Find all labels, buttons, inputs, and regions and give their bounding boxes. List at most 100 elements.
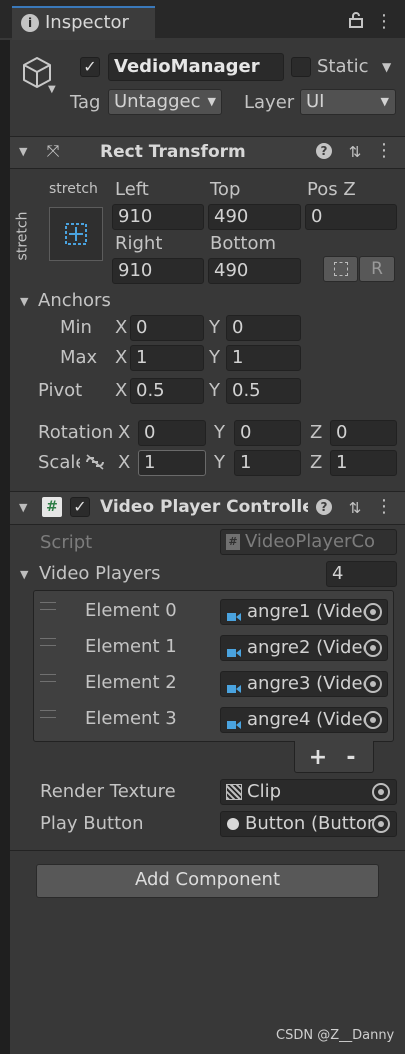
rotation-label: Rotation [38,422,114,443]
dotted-square-icon [334,262,348,276]
max-x-field[interactable]: 1 [130,345,204,371]
scale-y-label: Y [214,452,225,473]
add-element-button[interactable]: + [307,745,329,771]
scale-z-field[interactable]: 1 [330,450,397,476]
rotation-x-field[interactable]: 0 [138,420,206,446]
rotation-z-field[interactable]: 0 [330,420,397,446]
help-icon[interactable]: ? [316,499,332,515]
min-x-field[interactable]: 0 [130,315,204,341]
pivot-y-label: Y [209,380,220,401]
element-video-field[interactable]: angre3 (Videc [220,671,388,697]
drag-handle-icon[interactable] [40,710,56,718]
rotation-z-label: Z [310,422,323,443]
kebab-menu-icon[interactable]: ⋮ [374,496,394,518]
drag-handle-icon[interactable] [40,674,56,682]
gameobject-name-field[interactable]: VedioManager [108,53,284,81]
bottom-field[interactable]: 490 [208,258,301,284]
top-label: Top [210,179,241,200]
static-dropdown-icon[interactable]: ▼ [382,60,391,74]
video-player-icon [227,642,241,657]
script-value: VideoPlayerCo [245,531,376,552]
object-picker-icon[interactable] [364,711,382,729]
blueprint-mode-button[interactable] [323,256,358,282]
object-picker-icon[interactable] [364,603,382,621]
static-checkbox[interactable] [291,57,311,77]
help-icon[interactable]: ? [316,143,332,159]
max-x-label: X [115,347,128,368]
render-texture-field[interactable]: Clip [220,779,397,805]
min-label: Min [60,317,92,338]
right-field[interactable]: 910 [112,258,204,284]
min-y-label: Y [209,317,220,338]
remove-element-button[interactable]: - [340,745,362,771]
pivot-label: Pivot [38,380,83,401]
button-component-icon [227,818,239,830]
presets-icon[interactable]: ⇅ [344,141,366,163]
element-label: Element 1 [85,636,177,657]
drag-handle-icon[interactable] [40,602,56,610]
list-footer [294,741,374,773]
watermark: CSDN @Z__Danny [276,1028,395,1043]
scene-edge [0,40,10,1054]
min-x-label: X [115,317,128,338]
play-button-field[interactable]: Button (Button [220,811,397,837]
object-picker-icon[interactable] [372,815,390,833]
element-video-field[interactable]: angre2 (Videc [220,635,388,661]
element-label: Element 3 [85,708,177,729]
tab-title: Inspector [45,12,129,33]
render-texture-icon [226,784,242,800]
scale-label: Scale [38,452,80,473]
element-video-field[interactable]: angre1 (Videc [220,599,388,625]
video-controller-title: Video Player Controlle [100,497,308,517]
render-texture-value: Clip [247,781,281,802]
chevron-down-icon: ▼ [380,95,389,108]
lock-icon[interactable] [346,12,366,30]
posz-field[interactable]: 0 [305,204,397,230]
left-field[interactable]: 910 [112,204,204,230]
pivot-x-field[interactable]: 0.5 [130,378,204,404]
script-label: Script [40,532,93,553]
active-checkbox[interactable]: ✓ [80,57,100,77]
object-picker-icon[interactable] [364,639,382,657]
video-players-foldout-icon[interactable]: ▼ [20,568,28,581]
presets-icon[interactable]: ⇅ [344,497,366,519]
element-video-field[interactable]: angre4 (Videc [220,707,388,733]
stretch-vertical-label: stretch [14,211,31,261]
pivot-y-field[interactable]: 0.5 [226,378,301,404]
layer-dropdown[interactable]: UI ▼ [300,89,396,115]
component-enabled-checkbox[interactable]: ✓ [70,497,90,517]
script-hash-icon: # [42,497,62,517]
scale-x-field[interactable]: 1 [138,450,206,476]
top-field[interactable]: 490 [208,204,301,230]
foldout-arrow-icon[interactable]: ▼ [19,145,27,158]
video-players-count-field[interactable]: 4 [326,561,397,587]
video-player-icon [227,714,241,729]
max-y-field[interactable]: 1 [226,345,301,371]
anchors-foldout-icon[interactable]: ▼ [20,295,28,308]
static-label: Static [317,56,369,77]
drag-handle-icon[interactable] [40,638,56,646]
tab-inspector[interactable]: i Inspector [12,6,155,40]
element-label: Element 0 [85,600,177,621]
object-picker-icon[interactable] [372,783,390,801]
kebab-menu-icon[interactable]: ⋮ [374,140,394,162]
script-hash-icon: # [226,534,240,550]
raw-edit-button[interactable]: R [359,256,395,282]
render-texture-label: Render Texture [40,781,176,802]
tag-label: Tag [70,92,101,113]
object-picker-icon[interactable] [364,675,382,693]
rotation-y-field[interactable]: 0 [234,420,301,446]
video-players-label: Video Players [39,563,161,584]
anchor-presets-button[interactable] [49,207,103,261]
kebab-menu-icon[interactable]: ⋮ [374,11,394,33]
scale-y-field[interactable]: 1 [234,450,301,476]
stretch-horizontal-label: stretch [49,181,98,197]
scale-x-label: X [118,452,131,473]
tag-dropdown[interactable]: Untaggec ▼ [108,89,222,115]
icon-dropdown-icon[interactable]: ▼ [48,84,56,95]
foldout-arrow-icon[interactable]: ▼ [19,501,27,514]
min-y-field[interactable]: 0 [226,315,301,341]
add-component-button[interactable]: Add Component [36,864,379,898]
scale-z-label: Z [310,452,323,473]
constrain-proportions-icon[interactable] [84,452,106,472]
